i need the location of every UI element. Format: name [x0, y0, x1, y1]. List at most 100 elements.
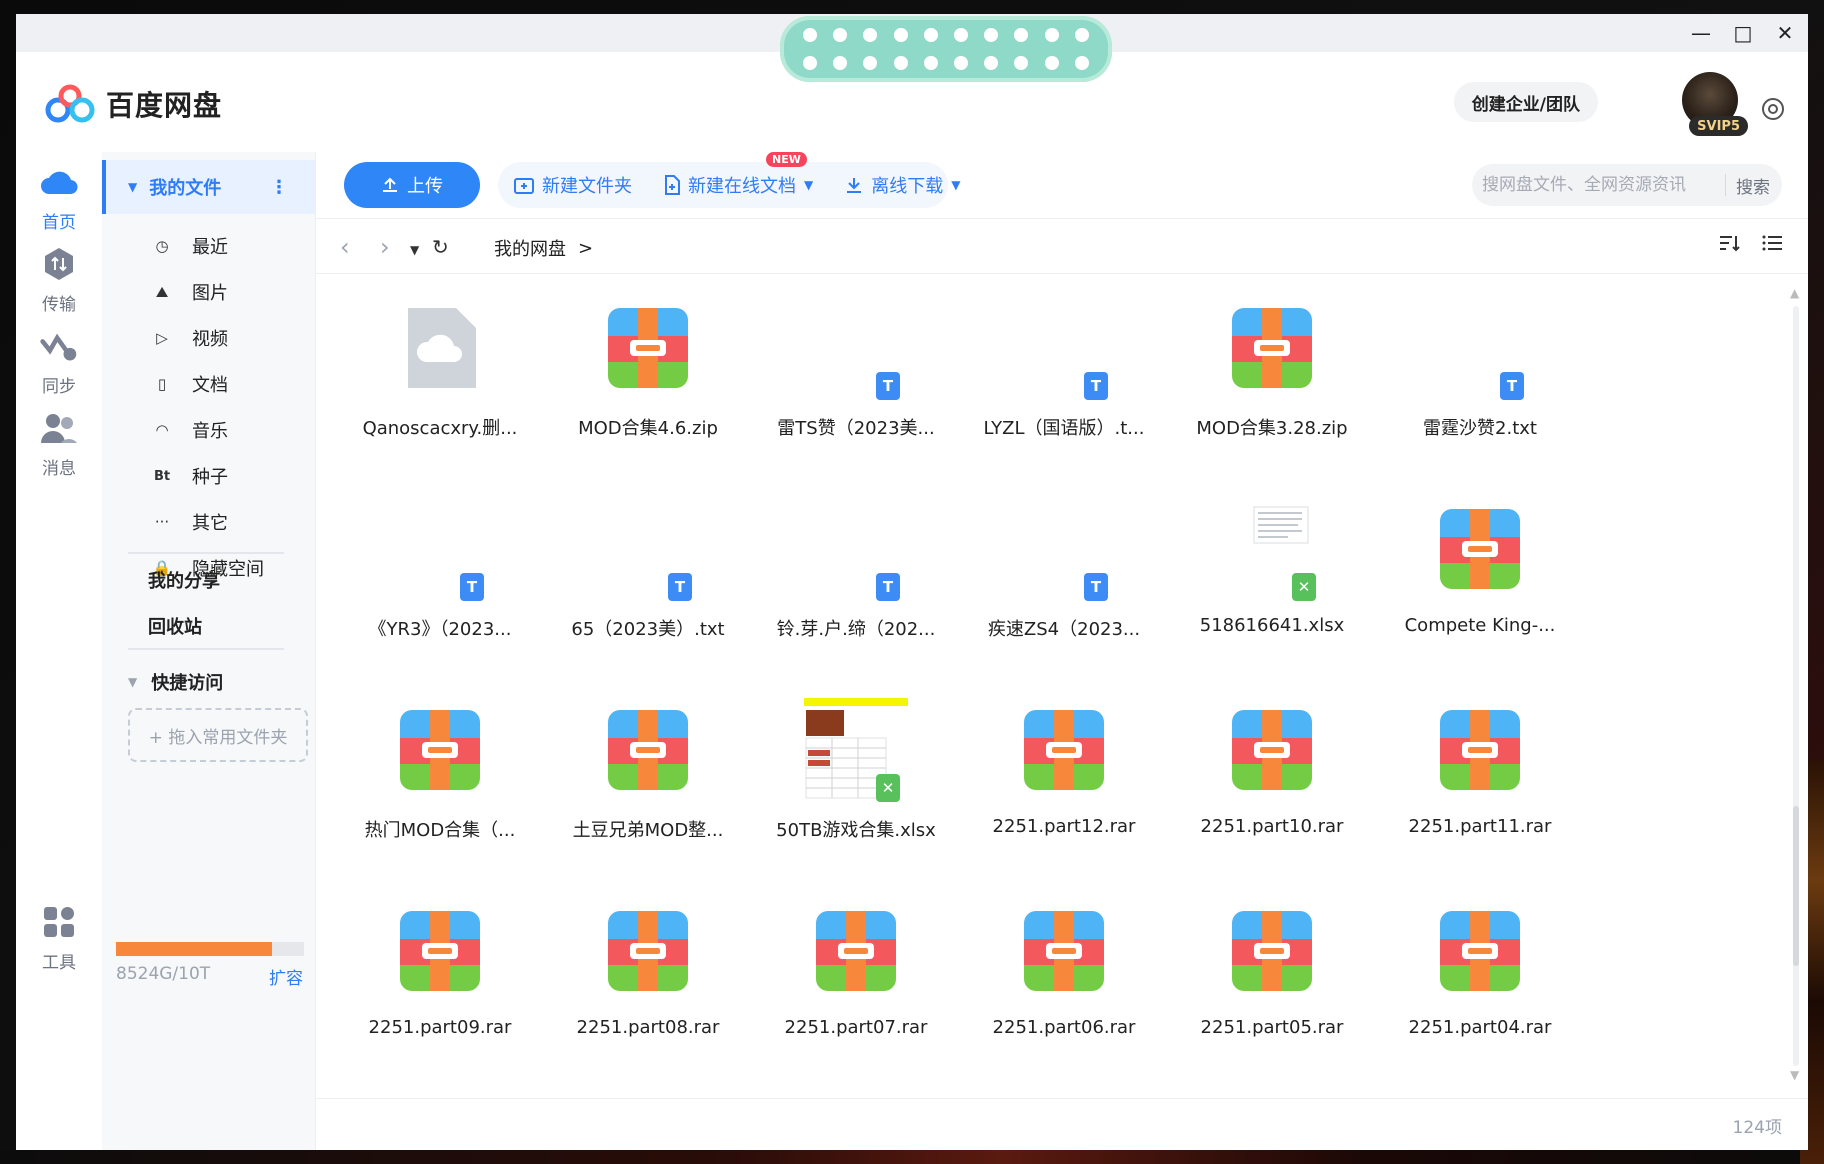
- sidebar-item-play[interactable]: ▷ 视频: [102, 316, 316, 360]
- file-tile[interactable]: 2251.part10.rar: [1168, 694, 1376, 895]
- search-button[interactable]: 搜索: [1725, 174, 1782, 198]
- archive-file-icon: [1220, 698, 1324, 802]
- offline-download-button[interactable]: 离线下载 ▼: [829, 172, 976, 198]
- sidebar-item-torrent[interactable]: Bt 种子: [102, 454, 316, 498]
- storage-quota-fill: [116, 942, 273, 956]
- expand-storage-link[interactable]: 扩容: [269, 964, 303, 989]
- rail-item-sync[interactable]: 同步: [16, 326, 102, 397]
- file-tile[interactable]: 热门MOD合集（...: [336, 694, 544, 895]
- new-online-doc-button[interactable]: NEW 新建在线文档 ▼: [648, 152, 829, 198]
- list-view-icon[interactable]: [1762, 233, 1784, 253]
- new-online-doc-label: 新建在线文档: [688, 176, 796, 197]
- file-name: MOD合集3.28.zip: [1196, 418, 1348, 439]
- file-tile[interactable]: ✕ 50TB游戏合集.xlsx: [752, 694, 960, 895]
- offline-download-label: 离线下载: [871, 176, 944, 197]
- file-tile[interactable]: Compete King-...: [1376, 493, 1584, 694]
- file-name: 2251.part10.rar: [1200, 816, 1344, 837]
- sidebar-item-clock[interactable]: ◷ 最近: [102, 224, 316, 268]
- quick-access-label: 快捷访问: [151, 673, 224, 694]
- sidebar-item-label: 视频: [192, 329, 228, 350]
- settings-icon[interactable]: [1760, 96, 1786, 122]
- overlay-dot: [1074, 56, 1089, 70]
- rail-item-tools[interactable]: 工具: [16, 902, 102, 973]
- rail-item-transfer[interactable]: 传输: [16, 244, 102, 315]
- quick-access-header[interactable]: ▼ 快捷访问: [102, 660, 316, 704]
- file-name: 2251.part06.rar: [992, 1017, 1136, 1038]
- file-name: 2251.part08.rar: [576, 1017, 720, 1038]
- file-tile[interactable]: 2251.part11.rar: [1376, 694, 1584, 895]
- upload-icon: [383, 177, 397, 192]
- divider: [128, 552, 284, 554]
- file-tile[interactable]: 2251.part08.rar: [544, 895, 752, 1096]
- file-tile[interactable]: ✕ 518616641.xlsx: [1168, 493, 1376, 694]
- sort-icon[interactable]: [1718, 233, 1740, 253]
- file-tile[interactable]: MOD合集3.28.zip: [1168, 292, 1376, 493]
- overlay-dot: [833, 28, 848, 42]
- file-tile[interactable]: T 《YR3》（2023...: [336, 493, 544, 694]
- file-tile[interactable]: T 雷TS赞（2023美...: [752, 292, 960, 493]
- forward-arrow-icon[interactable]: ›: [380, 233, 390, 261]
- refresh-icon[interactable]: ↻: [432, 235, 449, 259]
- text-type-badge-icon: T: [460, 573, 484, 601]
- sidebar-item-headphones[interactable]: ◠ 音乐: [102, 408, 316, 452]
- clock-icon: ◷: [155, 237, 169, 255]
- sidebar-item-image[interactable]: ⛰ 图片: [102, 270, 316, 314]
- quick-access-drop-zone[interactable]: + 拖入常用文件夹: [128, 708, 308, 762]
- file-tile[interactable]: 2251.part04.rar: [1376, 895, 1584, 1096]
- file-tile[interactable]: 2251.part09.rar: [336, 895, 544, 1096]
- minimize-button[interactable]: —: [1688, 20, 1714, 46]
- text-file-icon: T: [804, 296, 908, 400]
- file-tile[interactable]: 2251.part06.rar: [960, 895, 1168, 1096]
- file-tile[interactable]: 2251.part07.rar: [752, 895, 960, 1096]
- file-tile[interactable]: T 疾速ZS4（2023...: [960, 493, 1168, 694]
- sidebar-item-my-files[interactable]: ▼ 我的文件 ⋮: [102, 160, 316, 214]
- close-button[interactable]: ✕: [1772, 20, 1798, 46]
- headphones-icon: ◠: [155, 421, 169, 439]
- sidebar-item-recycle[interactable]: 回收站: [102, 604, 316, 648]
- archive-file-icon: [596, 899, 700, 1003]
- search-input[interactable]: [1472, 175, 1725, 195]
- overlay-dot: [893, 28, 908, 42]
- file-tile[interactable]: 2251.part05.rar: [1168, 895, 1376, 1096]
- rail-item-cloud[interactable]: 首页: [16, 162, 102, 233]
- caret-down-icon: ▼: [128, 675, 138, 689]
- background-strip: [0, 1150, 1824, 1164]
- folder-plus-icon: [514, 178, 534, 194]
- baidu-cloud-logo-icon: [45, 84, 95, 123]
- upload-label: 上传: [407, 176, 443, 197]
- file-tile[interactable]: Qanoscacxry.删...: [336, 292, 544, 493]
- sidebar-item-label: 最近: [192, 237, 228, 258]
- rail-item-message[interactable]: 消息: [16, 408, 102, 479]
- new-folder-button[interactable]: 新建文件夹: [498, 172, 648, 198]
- sidebar-item-more[interactable]: ··· 其它: [102, 500, 316, 544]
- text-type-badge-icon: T: [1084, 372, 1108, 400]
- sidebar-item-my-share[interactable]: 我的分享: [102, 558, 316, 602]
- create-team-button[interactable]: 创建企业/团队: [1453, 82, 1598, 122]
- file-tile[interactable]: T 铃.芽.户.缔（202...: [752, 493, 960, 694]
- file-tile[interactable]: 土豆兄弟MOD整...: [544, 694, 752, 895]
- file-name: 518616641.xlsx: [1199, 615, 1345, 636]
- text-file-icon: T: [1428, 296, 1532, 400]
- scroll-thumb[interactable]: [1793, 806, 1799, 966]
- file-tile[interactable]: T LYZL（国语版）.t...: [960, 292, 1168, 493]
- file-tile[interactable]: T 雷霆沙赞2.txt: [1376, 292, 1584, 493]
- breadcrumb-root[interactable]: 我的网盘: [494, 235, 566, 261]
- file-tile[interactable]: MOD合集4.6.zip: [544, 292, 752, 493]
- sidebar-item-document[interactable]: ▯ 文档: [102, 362, 316, 406]
- scroll-down-icon[interactable]: ▼: [1790, 1068, 1799, 1082]
- main-panel: 上传 新建文件夹 NEW 新建在线文档 ▼ 离线下载 ▼ 搜网盘文件、全网资源资…: [316, 152, 1808, 1150]
- app-name: 百度网盘: [106, 89, 223, 122]
- maximize-button[interactable]: □: [1730, 20, 1756, 46]
- history-dropdown-icon[interactable]: ▼: [410, 243, 419, 257]
- overlay-dot: [803, 28, 818, 42]
- file-tile[interactable]: T 65（2023美）.txt: [544, 493, 752, 694]
- upload-button[interactable]: 上传: [344, 162, 480, 208]
- scroll-up-icon[interactable]: ▲: [1790, 286, 1799, 300]
- scrollbar[interactable]: ▲ ▼: [1790, 286, 1802, 1086]
- new-badge: NEW: [766, 152, 807, 167]
- sidebar-item-label: 音乐: [192, 421, 228, 442]
- back-arrow-icon[interactable]: ‹: [340, 233, 350, 261]
- file-tile[interactable]: 2251.part12.rar: [960, 694, 1168, 895]
- more-vertical-icon[interactable]: ⋮: [270, 177, 288, 198]
- document-plus-icon: [665, 175, 680, 195]
